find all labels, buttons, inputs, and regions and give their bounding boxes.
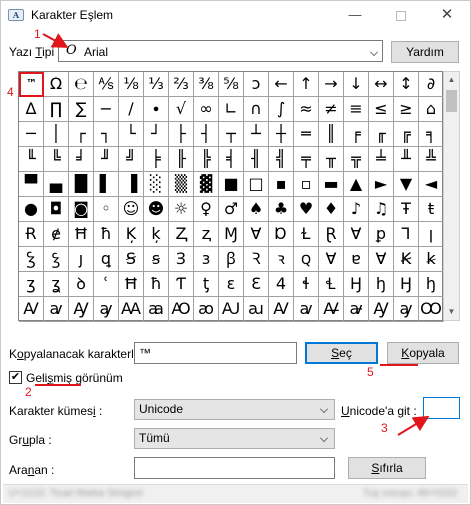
- arrow-to-font-dropdown: [42, 33, 69, 48]
- charmap-window: A Karakter Eşlem — ✕ Yazı Tipi : O Arial…: [0, 0, 471, 505]
- annotation-arrows: [42, 33, 430, 436]
- arrow-to-goto-field: [397, 415, 430, 436]
